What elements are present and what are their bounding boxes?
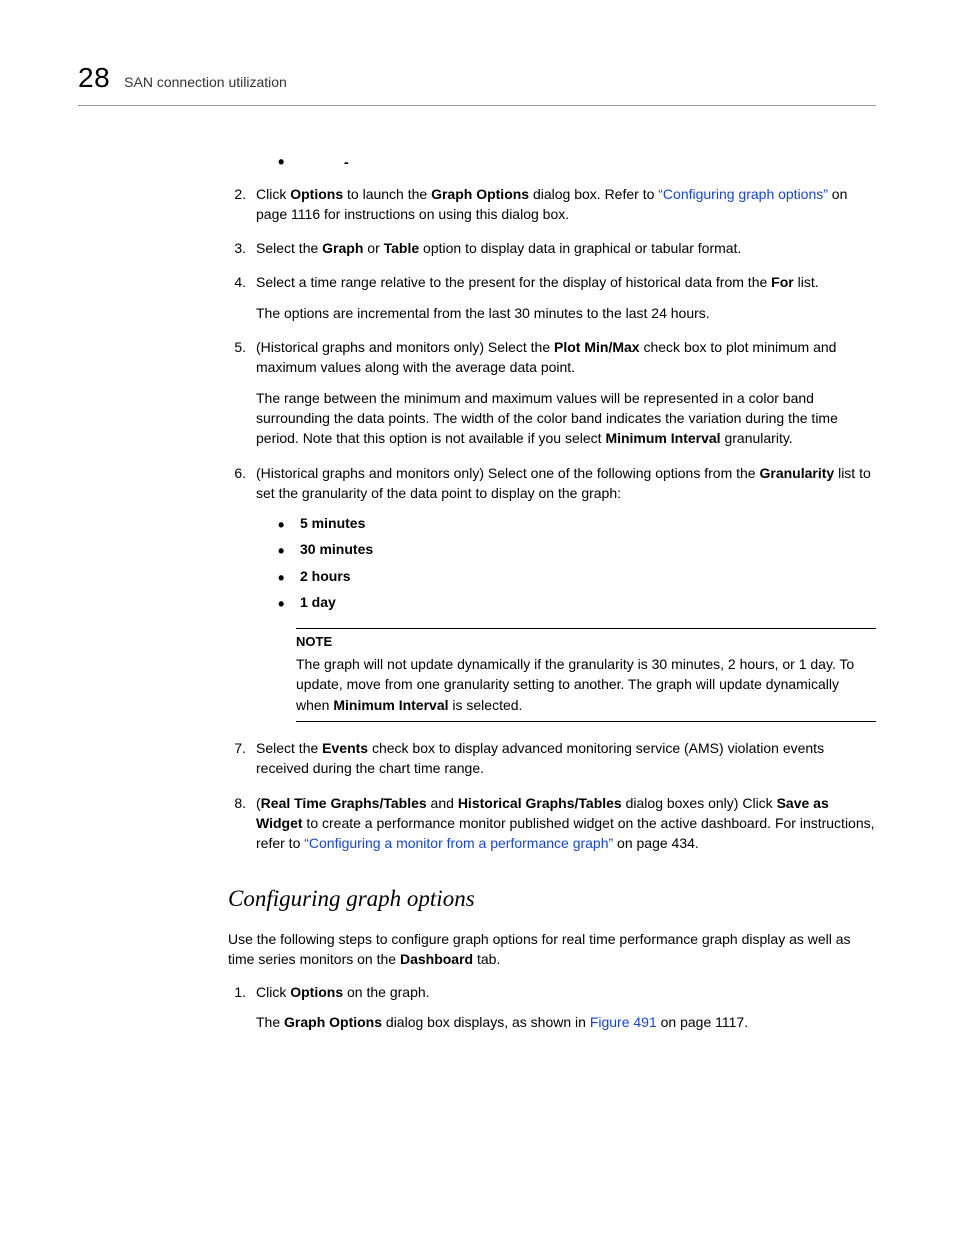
section2-step1-line1: Click Options on the graph. bbox=[256, 982, 876, 1002]
step-list: 2. Click Options to launch the Graph Opt… bbox=[228, 184, 876, 854]
step-4: 4. Select a time range relative to the p… bbox=[228, 272, 876, 323]
empty-bullet-list: - bbox=[278, 152, 876, 170]
step-number: 4. bbox=[228, 272, 246, 323]
step-7: 7. Select the Events check box to displa… bbox=[228, 738, 876, 779]
section2-intro: Use the following steps to configure gra… bbox=[228, 929, 876, 970]
step-6-line1: (Historical graphs and monitors only) Se… bbox=[256, 463, 876, 504]
step-8-text: (Real Time Graphs/Tables and Historical … bbox=[256, 793, 876, 854]
link-configuring-monitor[interactable]: “Configuring a monitor from a performanc… bbox=[304, 835, 613, 851]
step-5-line2: The range between the minimum and maximu… bbox=[256, 388, 876, 449]
step-8: 8. (Real Time Graphs/Tables and Historic… bbox=[228, 793, 876, 854]
step-2-text: Click Options to launch the Graph Option… bbox=[256, 184, 876, 225]
link-figure-491[interactable]: Figure 491 bbox=[590, 1014, 657, 1030]
section2-step-list: 1. Click Options on the graph. The Graph… bbox=[228, 982, 876, 1033]
page-header: 28 SAN connection utilization bbox=[78, 58, 876, 106]
list-item: 2 hours bbox=[278, 566, 876, 586]
empty-dash-icon: - bbox=[344, 152, 876, 172]
step-number: 5. bbox=[228, 337, 246, 448]
note-body: The graph will not update dynamically if… bbox=[296, 654, 876, 715]
step-number: 3. bbox=[228, 238, 246, 258]
page-number: 28 bbox=[78, 58, 110, 99]
step-4-line2: The options are incremental from the las… bbox=[256, 303, 876, 323]
step-5-line1: (Historical graphs and monitors only) Se… bbox=[256, 337, 876, 378]
step-number: 8. bbox=[228, 793, 246, 854]
section2-step1-line2: The Graph Options dialog box displays, a… bbox=[256, 1012, 876, 1032]
step-4-line1: Select a time range relative to the pres… bbox=[256, 272, 876, 292]
step-3-text: Select the Graph or Table option to disp… bbox=[256, 238, 876, 258]
header-title: SAN connection utilization bbox=[124, 72, 287, 92]
step-3: 3. Select the Graph or Table option to d… bbox=[228, 238, 876, 258]
step-number: 2. bbox=[228, 184, 246, 225]
section-heading: Configuring graph options bbox=[228, 882, 876, 915]
step-number: 6. bbox=[228, 463, 246, 723]
link-configuring-graph-options[interactable]: “Configuring graph options” bbox=[658, 186, 828, 202]
list-item: 1 day bbox=[278, 592, 876, 612]
section2-step-1: 1. Click Options on the graph. The Graph… bbox=[228, 982, 876, 1033]
step-5: 5. (Historical graphs and monitors only)… bbox=[228, 337, 876, 448]
step-number: 7. bbox=[228, 738, 246, 779]
step-7-text: Select the Events check box to display a… bbox=[256, 738, 876, 779]
step-number: 1. bbox=[228, 982, 246, 1033]
granularity-list: 5 minutes 30 minutes 2 hours 1 day bbox=[278, 513, 876, 612]
note-block: NOTE The graph will not update dynamical… bbox=[296, 628, 876, 722]
list-item: 5 minutes bbox=[278, 513, 876, 533]
step-2: 2. Click Options to launch the Graph Opt… bbox=[228, 184, 876, 225]
note-title: NOTE bbox=[296, 633, 876, 652]
list-item: 30 minutes bbox=[278, 539, 876, 559]
step-6: 6. (Historical graphs and monitors only)… bbox=[228, 463, 876, 723]
